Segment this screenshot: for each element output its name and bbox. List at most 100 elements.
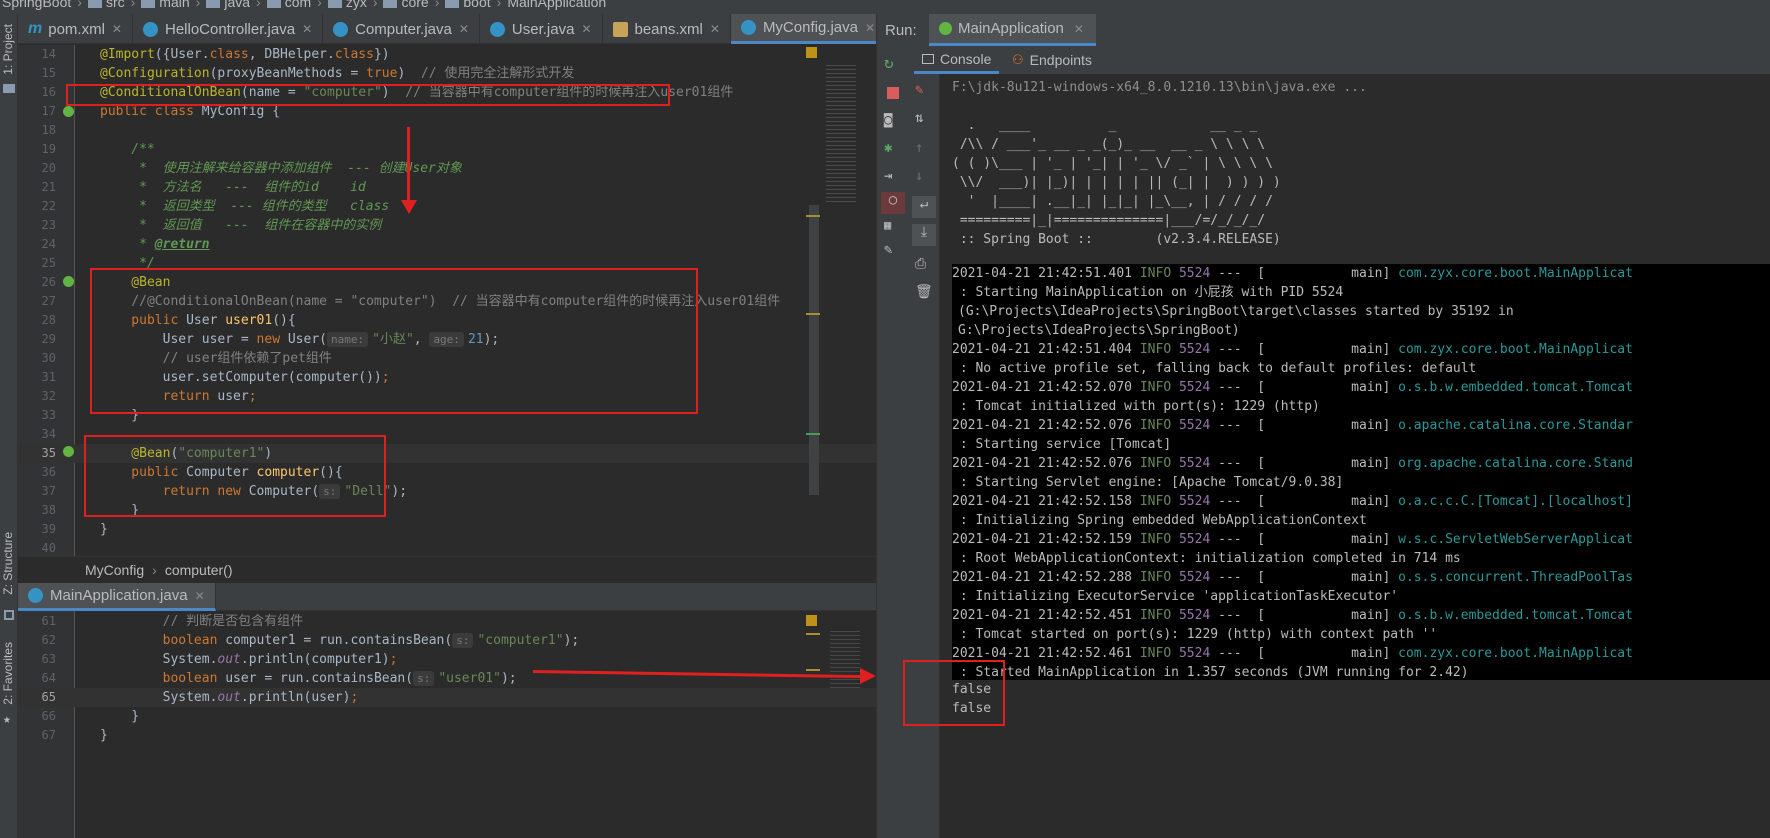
breadcrumb-item[interactable]: zyx (346, 0, 367, 10)
line-number[interactable]: 67 (18, 726, 56, 745)
code-line[interactable]: 24 * @return (18, 235, 876, 254)
code-line[interactable]: 21 * 方法名 --- 组件的id id (18, 178, 876, 197)
close-icon[interactable]: ✕ (459, 22, 469, 36)
line-number[interactable]: 38 (18, 501, 56, 520)
line-number[interactable]: 32 (18, 387, 56, 406)
line-number[interactable]: 20 (18, 159, 56, 178)
code-line[interactable]: 19 /** (18, 140, 876, 159)
line-number[interactable]: 28 (18, 311, 56, 330)
code-line[interactable]: 64 boolean user = run.containsBean(s: "us… (18, 669, 876, 688)
warning-marker[interactable] (806, 669, 820, 671)
warning-icon[interactable] (806, 615, 817, 626)
minimap[interactable] (830, 631, 860, 691)
close-icon[interactable]: ✕ (1074, 22, 1084, 36)
line-number[interactable]: 23 (18, 216, 56, 235)
arrow-down-icon[interactable]: ↓ (915, 168, 933, 186)
line-number[interactable]: 24 (18, 235, 56, 254)
editor-scrollbar[interactable] (809, 205, 819, 495)
line-number[interactable]: 30 (18, 349, 56, 368)
warning-marker[interactable] (806, 313, 820, 315)
code-line[interactable]: 39} (18, 520, 876, 539)
breadcrumb-item[interactable]: src (106, 0, 125, 10)
crumb-class[interactable]: MyConfig (85, 562, 144, 578)
tab-computer-java[interactable]: Computer.java ✕ (323, 14, 480, 44)
camera-icon[interactable]: ◙ (884, 112, 902, 130)
close-icon[interactable]: ✕ (581, 22, 591, 36)
line-number[interactable]: 37 (18, 482, 56, 501)
line-number[interactable]: 26 (18, 273, 56, 292)
breadcrumb-item[interactable]: SpringBoot (2, 0, 71, 10)
exit-icon[interactable]: ⇥ (884, 168, 902, 186)
close-icon[interactable]: ✕ (302, 22, 312, 36)
line-number[interactable]: 63 (18, 650, 56, 669)
line-number[interactable]: 34 (18, 425, 56, 444)
minimap[interactable] (826, 65, 856, 205)
code-editor-mainapplication[interactable]: 61 // 判断是否包含有组件 62 boolean computer1 = ru… (18, 611, 876, 838)
breadcrumb[interactable]: SpringBoot › src › main › java › com › zyx › core › bo… (2, 0, 612, 10)
line-number[interactable]: 18 (18, 121, 56, 140)
trash-icon[interactable]: 🗑 (915, 284, 933, 302)
close-icon[interactable]: ✕ (710, 22, 720, 36)
stop-icon[interactable] (884, 84, 902, 102)
close-icon[interactable]: ✕ (865, 21, 875, 35)
line-number[interactable]: 22 (18, 197, 56, 216)
spring-bean-icon[interactable] (63, 276, 74, 287)
code-line[interactable]: 63 System.out.println(computer1); (18, 650, 876, 669)
line-number[interactable]: 29 (18, 330, 56, 349)
code-line[interactable]: 66 } (18, 707, 876, 726)
print-icon[interactable]: ⎙ (915, 256, 933, 274)
code-line[interactable]: 14 @Import({User.class, DBHelper.class}) (18, 45, 876, 64)
line-number[interactable]: 17 (18, 102, 56, 121)
layout-icon[interactable]: ▦ (884, 218, 902, 236)
spring-bean-icon[interactable] (63, 446, 74, 457)
debug-icon[interactable]: ✱ (884, 140, 902, 158)
pin-icon[interactable]: ✎ (884, 242, 902, 260)
line-number[interactable]: 19 (18, 140, 56, 159)
line-number[interactable]: 14 (18, 45, 56, 64)
line-number[interactable]: 62 (18, 631, 56, 650)
line-number[interactable]: 16 (18, 83, 56, 102)
close-icon[interactable]: ✕ (195, 589, 205, 603)
warning-icon[interactable] (806, 47, 817, 58)
breadcrumb-item[interactable]: com (285, 0, 311, 10)
line-number[interactable]: 21 (18, 178, 56, 197)
line-number[interactable]: 65 (18, 688, 56, 707)
change-marker[interactable] (806, 433, 820, 435)
tab-myconfig-java[interactable]: MyConfig.java ✕ (730, 14, 887, 44)
line-number[interactable]: 27 (18, 292, 56, 311)
soft-wrap-icon[interactable]: ↵ (912, 196, 936, 218)
code-line[interactable]: 67} (18, 726, 876, 745)
code-line[interactable]: 65 System.out.println(user); (18, 688, 876, 707)
breadcrumb-item[interactable]: core (401, 0, 428, 10)
code-line[interactable]: 15 @Configuration(proxyBeanMethods = true… (18, 64, 876, 83)
console-output[interactable]: F:\jdk-8u121-windows-x64_8.0.1210.13\bin… (940, 74, 1770, 838)
line-number[interactable]: 64 (18, 669, 56, 688)
project-tool-button[interactable]: 1: Project (1, 24, 15, 75)
tab-beans-xml[interactable]: beans.xml ✕ (603, 14, 731, 44)
spring-bean-icon[interactable] (63, 106, 74, 117)
breadcrumb-item[interactable]: java (224, 0, 250, 10)
arrow-up-icon[interactable]: ↑ (915, 140, 933, 158)
tab-main-application[interactable]: MainApplication.java ✕ (18, 583, 216, 611)
line-number[interactable]: 31 (18, 368, 56, 387)
line-number[interactable]: 33 (18, 406, 56, 425)
tab-user-java[interactable]: User.java ✕ (480, 14, 603, 44)
structure-tool-button[interactable]: Z: Structure (1, 532, 15, 595)
tab-hellocontroller-java[interactable]: HelloController.java ✕ (133, 14, 324, 44)
tab-pom-xml[interactable]: m pom.xml ✕ (18, 14, 133, 44)
warning-marker[interactable] (806, 215, 820, 217)
breadcrumb-item[interactable]: boot (463, 0, 490, 10)
code-line[interactable]: 18 (18, 121, 876, 140)
line-number[interactable]: 35 (18, 444, 56, 463)
line-number[interactable]: 25 (18, 254, 56, 273)
scroll-to-end-icon[interactable]: ⤓ (912, 224, 936, 246)
tab-console[interactable]: Console (914, 46, 1000, 74)
line-number[interactable]: 66 (18, 707, 56, 726)
breadcrumb-item[interactable]: main (159, 0, 189, 10)
code-line[interactable]: 20 * 使用注解来给容器中添加组件 --- 创建User对象 (18, 159, 876, 178)
line-number[interactable]: 61 (18, 612, 56, 631)
code-line[interactable]: 22 * 返回类型 --- 组件的类型 class (18, 197, 876, 216)
search-icon[interactable]: ○ (881, 192, 905, 214)
code-line[interactable]: 61 // 判断是否包含有组件 (18, 612, 876, 631)
rerun-icon[interactable]: ↻ (884, 54, 902, 72)
